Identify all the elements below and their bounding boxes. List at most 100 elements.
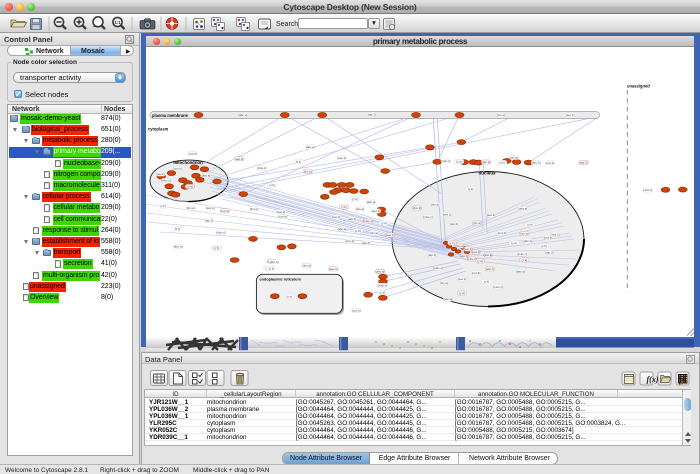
svg-text:(cox b): (cox b) (173, 167, 182, 171)
svg-text:(atp 2): (atp 2) (486, 267, 494, 271)
svg-text:(mito c): (mito c) (643, 188, 652, 192)
svg-text:(abc a): (abc a) (174, 244, 183, 248)
svg-text:nucleus: nucleus (478, 171, 496, 176)
svg-text:(x b): (x b) (286, 294, 292, 298)
svg-text:(tim a): (tim a) (370, 231, 378, 235)
svg-text:(y a): (y a) (352, 197, 358, 201)
svg-text:endoplasmic reticulum: endoplasmic reticulum (260, 278, 302, 282)
svg-text:(cox b): (cox b) (472, 271, 481, 275)
svg-text:(atp 2): (atp 2) (368, 113, 376, 117)
svg-text:(mito c): (mito c) (161, 179, 170, 183)
svg-text:(mito c): (mito c) (423, 215, 432, 219)
svg-text:(y a): (y a) (175, 227, 181, 231)
svg-text:(abc a): (abc a) (270, 260, 279, 264)
svg-text:(sec 1): (sec 1) (277, 210, 286, 214)
svg-text:(cox b): (cox b) (346, 239, 355, 243)
svg-text:(x b): (x b) (269, 267, 275, 271)
svg-text:(sec 1): (sec 1) (329, 267, 338, 271)
svg-text:(tim a): (tim a) (356, 207, 364, 211)
svg-text:(x b): (x b) (541, 244, 547, 248)
svg-text:(atp 2): (atp 2) (545, 251, 553, 255)
svg-text:mitochondrion: mitochondrion (173, 160, 203, 165)
svg-text:(y a): (y a) (459, 291, 465, 295)
svg-text:(y a): (y a) (296, 159, 302, 163)
svg-text:(mito c): (mito c) (363, 219, 372, 223)
svg-text:(abc a): (abc a) (202, 174, 211, 178)
svg-text:(sec 1): (sec 1) (386, 233, 395, 237)
svg-text:(tim a): (tim a) (303, 264, 311, 268)
svg-text:(abc a): (abc a) (306, 145, 315, 149)
svg-text:(cox b): (cox b) (221, 209, 230, 213)
svg-text:(sec 1): (sec 1) (532, 161, 541, 165)
svg-text:(tim a): (tim a) (520, 232, 528, 236)
svg-text:(y a): (y a) (456, 160, 462, 164)
svg-text:(y a): (y a) (468, 187, 474, 191)
svg-text:(tim a): (tim a) (304, 169, 312, 173)
svg-text:(abc a): (abc a) (519, 207, 528, 211)
svg-text:(abc a): (abc a) (482, 160, 491, 164)
svg-text:(x b): (x b) (160, 204, 166, 208)
svg-text:(abc a): (abc a) (484, 253, 493, 257)
svg-text:(abc a): (abc a) (524, 239, 533, 243)
svg-text:(cox b): (cox b) (352, 308, 361, 312)
svg-text:(mito c): (mito c) (441, 159, 450, 163)
svg-text:plasma membrane: plasma membrane (152, 113, 189, 118)
svg-text:(mito c): (mito c) (493, 285, 502, 289)
svg-text:(mito c): (mito c) (216, 231, 225, 235)
svg-text:f(x): f(x) (647, 375, 659, 384)
svg-text:(tim a): (tim a) (431, 203, 439, 207)
svg-text:(atp 2): (atp 2) (428, 253, 436, 257)
svg-text:(x b): (x b) (341, 205, 347, 209)
svg-text:(x b): (x b) (269, 183, 275, 187)
svg-text:(atp 2): (atp 2) (450, 222, 458, 226)
svg-text:(x b): (x b) (449, 241, 455, 245)
svg-text:(atp 2): (atp 2) (205, 219, 213, 223)
svg-text:1:1: 1:1 (114, 20, 121, 25)
svg-text:(y a): (y a) (477, 259, 483, 263)
svg-text:(cox b): (cox b) (278, 215, 287, 219)
svg-text:(sec 1): (sec 1) (566, 113, 575, 117)
svg-text:(y a): (y a) (521, 258, 527, 262)
svg-text:(x b): (x b) (355, 229, 361, 233)
svg-text:(tim a): (tim a) (473, 221, 481, 225)
svg-text:(mito c): (mito c) (257, 166, 266, 170)
svg-text:(sec 1): (sec 1) (206, 206, 215, 210)
svg-text:(tim a): (tim a) (440, 281, 448, 285)
svg-text:(cox b): (cox b) (332, 215, 341, 219)
svg-text:(x b): (x b) (214, 246, 220, 250)
svg-text:unassigned: unassigned (627, 84, 650, 89)
svg-text:(atp 2): (atp 2) (362, 241, 370, 245)
svg-text:(abc a): (abc a) (516, 269, 525, 273)
svg-text:(atp 2): (atp 2) (580, 161, 588, 165)
svg-text:(tim a): (tim a) (510, 156, 518, 160)
svg-text:(y a): (y a) (187, 185, 193, 189)
svg-text:cytoplasm: cytoplasm (148, 127, 169, 132)
svg-text:(mito c): (mito c) (433, 266, 442, 270)
svg-text:(mito c): (mito c) (467, 257, 476, 261)
svg-text:(cox b): (cox b) (472, 250, 481, 254)
svg-text:(sec 1): (sec 1) (338, 156, 347, 160)
svg-text:(tim a): (tim a) (187, 206, 195, 210)
svg-text:(cox b): (cox b) (413, 206, 422, 210)
svg-text:(tim a): (tim a) (497, 113, 505, 117)
svg-text:(mito c): (mito c) (518, 252, 527, 256)
svg-text:(x b): (x b) (527, 223, 533, 227)
svg-text:(atp 2): (atp 2) (235, 157, 243, 161)
svg-text:(sec 1): (sec 1) (443, 213, 452, 217)
svg-text:(cox b): (cox b) (498, 231, 507, 235)
svg-text:(abc a): (abc a) (338, 227, 347, 231)
svg-text:(sec 1): (sec 1) (487, 213, 496, 217)
svg-text:(cox b): (cox b) (544, 235, 553, 239)
svg-text:(y a): (y a) (379, 291, 385, 295)
svg-text:(tim a): (tim a) (250, 207, 258, 211)
svg-text:(abc a): (abc a) (367, 200, 376, 204)
svg-text:(cox b): (cox b) (546, 161, 555, 165)
svg-text:(y a): (y a) (511, 241, 517, 245)
svg-text:(x b): (x b) (499, 161, 505, 165)
svg-text:(abc a): (abc a) (444, 297, 453, 301)
svg-text:(abc a): (abc a) (239, 113, 248, 117)
svg-text:(sec 1): (sec 1) (458, 277, 467, 281)
svg-text:(sec 1): (sec 1) (372, 209, 381, 213)
svg-text:(cox b): (cox b) (189, 152, 198, 156)
svg-text:(x b): (x b) (484, 280, 490, 284)
